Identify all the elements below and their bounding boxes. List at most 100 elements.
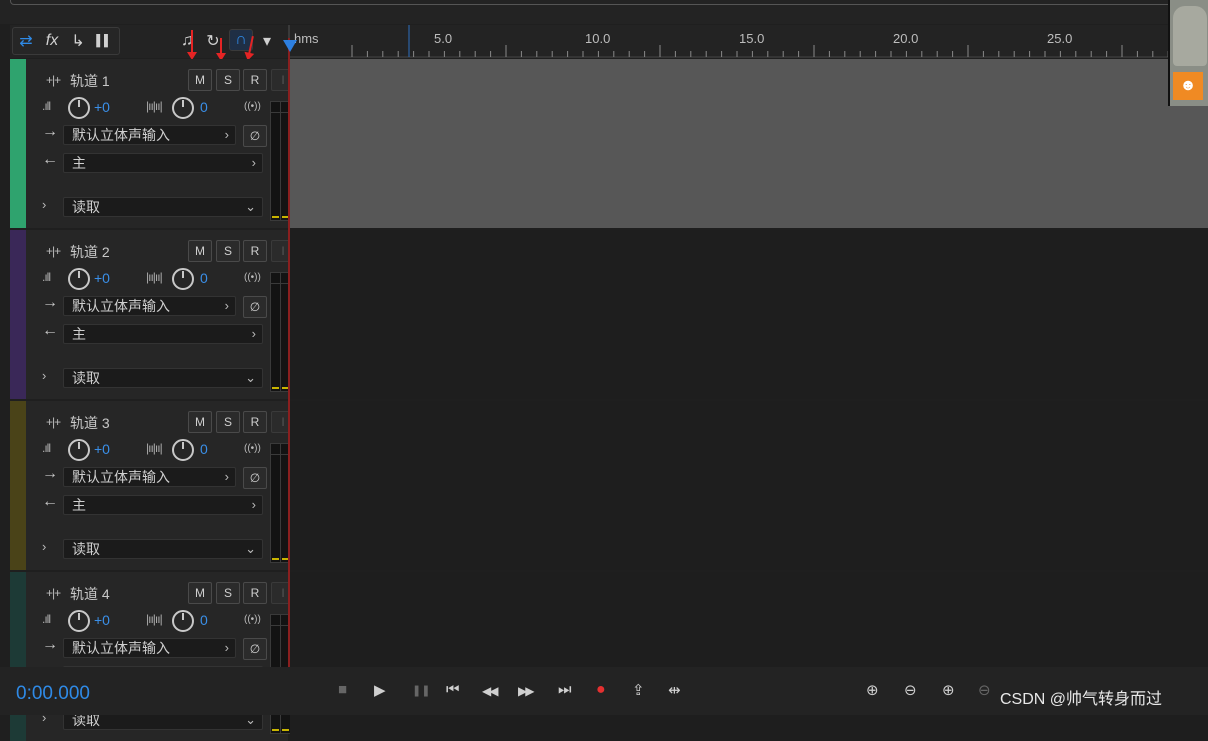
input-select[interactable]: 默认立体声输入 › <box>63 638 236 658</box>
record-icon[interactable]: ● <box>596 681 606 699</box>
track-name[interactable]: 轨道 3 <box>70 413 110 433</box>
track-1[interactable]: +|+ 轨道 1 M S R I .ıll +0 |ıı|ıı| 0 ((•))… <box>10 59 1208 228</box>
record-arm-button[interactable]: R <box>243 582 267 604</box>
pause-icon[interactable]: ❚❚ <box>412 684 430 697</box>
zoom-in-time-icon[interactable]: ⊕ <box>942 681 955 699</box>
level-bars-icon[interactable]: ▌▌ <box>93 31 115 51</box>
pan-knob[interactable] <box>172 268 194 290</box>
phase-invert-icon[interactable]: ∅ <box>243 296 267 318</box>
mute-button[interactable]: M <box>188 69 212 91</box>
pan-value[interactable]: 0 <box>200 612 208 628</box>
automation-mode-select[interactable]: 读取 ⌄ <box>63 539 263 559</box>
pan-icon: |ıı|ıı| <box>146 270 163 284</box>
output-select[interactable]: 主 › <box>63 495 263 515</box>
stereo-icon[interactable]: ((•)) <box>244 272 261 283</box>
swap-arrows-icon[interactable]: ⇄ <box>15 31 37 51</box>
output-select[interactable]: 主 › <box>63 153 263 173</box>
track-lane[interactable] <box>290 572 1208 741</box>
stereo-icon[interactable]: ((•)) <box>244 101 261 112</box>
meter-level-left <box>272 558 279 560</box>
volume-value[interactable]: +0 <box>94 99 110 115</box>
expand-chevron-icon[interactable]: › <box>42 197 46 212</box>
pan-value[interactable]: 0 <box>200 441 208 457</box>
playhead-handle[interactable] <box>283 40 297 52</box>
output-select[interactable]: 主 › <box>63 324 263 344</box>
phase-invert-icon[interactable]: ∅ <box>243 125 267 147</box>
loop-playback-icon[interactable]: ⇪ <box>632 681 645 699</box>
stereo-icon[interactable]: ((•)) <box>244 614 261 625</box>
mute-button[interactable]: M <box>188 240 212 262</box>
automation-mode-value: 读取 <box>72 199 100 215</box>
volume-knob[interactable] <box>68 610 90 632</box>
user-icon[interactable]: ☻ <box>1173 72 1203 100</box>
pan-value[interactable]: 0 <box>200 99 208 115</box>
mute-button[interactable]: M <box>188 411 212 433</box>
go-to-end-icon[interactable]: ⏭ <box>558 681 572 698</box>
track-4[interactable]: +|+ 轨道 4 M S R I .ıll +0 |ıı|ıı| 0 ((•))… <box>10 572 1208 741</box>
ruler-tick-label: 5.0 <box>434 31 453 46</box>
volume-value[interactable]: +0 <box>94 612 110 628</box>
volume-knob[interactable] <box>68 97 90 119</box>
pan-knob[interactable] <box>172 439 194 461</box>
playhead-line[interactable] <box>288 38 290 668</box>
pan-value[interactable]: 0 <box>200 270 208 286</box>
track-lane[interactable] <box>290 59 1208 228</box>
rewind-icon[interactable]: ◀◀ <box>482 684 499 698</box>
stop-icon[interactable]: ■ <box>338 681 347 698</box>
expand-chevron-icon[interactable]: › <box>42 368 46 383</box>
solo-button[interactable]: S <box>216 240 240 262</box>
annotation-arrow-solo <box>216 38 226 61</box>
volume-knob[interactable] <box>68 439 90 461</box>
play-icon[interactable]: ▶ <box>374 681 386 699</box>
track-name[interactable]: 轨道 1 <box>70 71 110 91</box>
mute-button[interactable]: M <box>188 582 212 604</box>
solo-button[interactable]: S <box>216 411 240 433</box>
track-color-strip <box>10 572 26 741</box>
stereo-icon[interactable]: ((•)) <box>244 443 261 454</box>
skip-selection-icon[interactable]: ⇹ <box>668 681 681 699</box>
volume-value[interactable]: +0 <box>94 441 110 457</box>
expand-chevron-icon[interactable]: › <box>42 539 46 554</box>
record-arm-button[interactable]: R <box>243 240 267 262</box>
pan-knob[interactable] <box>172 97 194 119</box>
volume-value[interactable]: +0 <box>94 270 110 286</box>
time-ruler[interactable]: hms 5.0 10.0 15.0 20.0 25.0 <box>288 25 1170 58</box>
record-arm-button[interactable]: R <box>243 411 267 433</box>
track-lane[interactable] <box>290 230 1208 399</box>
metronome-icon[interactable]: ♫ <box>176 31 198 51</box>
automation-mode-select[interactable]: 读取 ⌄ <box>63 197 263 217</box>
input-select-value: 默认立体声输入 <box>72 469 170 485</box>
fx-icon[interactable]: fx <box>41 31 63 51</box>
solo-button[interactable]: S <box>216 582 240 604</box>
scroll-bar[interactable] <box>10 0 1172 5</box>
record-arm-button[interactable]: R <box>243 69 267 91</box>
fast-forward-icon[interactable]: ▶▶ <box>518 684 535 698</box>
input-select[interactable]: 默认立体声输入 › <box>63 296 236 316</box>
zoom-in-amplitude-icon[interactable]: ⊕ <box>866 681 879 699</box>
track-2[interactable]: +|+ 轨道 2 M S R I .ıll +0 |ıı|ıı| 0 ((•))… <box>10 230 1208 399</box>
track-name[interactable]: 轨道 2 <box>70 242 110 262</box>
volume-knob[interactable] <box>68 268 90 290</box>
marker-icon[interactable]: ▾ <box>256 31 278 51</box>
phase-invert-icon[interactable]: ∅ <box>243 638 267 660</box>
pan-knob[interactable] <box>172 610 194 632</box>
phase-invert-icon[interactable]: ∅ <box>243 467 267 489</box>
track-color-strip <box>10 401 26 570</box>
track-3[interactable]: +|+ 轨道 3 M S R I .ıll +0 |ıı|ıı| 0 ((•))… <box>10 401 1208 570</box>
track-name[interactable]: 轨道 4 <box>70 584 110 604</box>
automation-mode-select[interactable]: 读取 ⌄ <box>63 368 263 388</box>
track-lane[interactable] <box>290 401 1208 570</box>
ruler-ticks <box>290 25 1170 58</box>
go-to-start-icon[interactable]: ⏮ <box>446 681 460 698</box>
automation-mode-value: 读取 <box>72 541 100 557</box>
solo-button[interactable]: S <box>216 69 240 91</box>
zoom-out-time-icon[interactable]: ⊖ <box>978 681 991 699</box>
send-icon[interactable]: ↳ <box>67 31 89 51</box>
input-select[interactable]: 默认立体声输入 › <box>63 467 236 487</box>
timecode-display[interactable]: 0:00.000 <box>16 683 90 705</box>
chevron-right-icon: › <box>224 298 229 313</box>
person-image <box>1173 6 1207 66</box>
input-select[interactable]: 默认立体声输入 › <box>63 125 236 145</box>
track-header: +|+ 轨道 4 M S R I .ıll +0 |ıı|ıı| 0 ((•))… <box>26 572 295 741</box>
zoom-out-amplitude-icon[interactable]: ⊖ <box>904 681 917 699</box>
